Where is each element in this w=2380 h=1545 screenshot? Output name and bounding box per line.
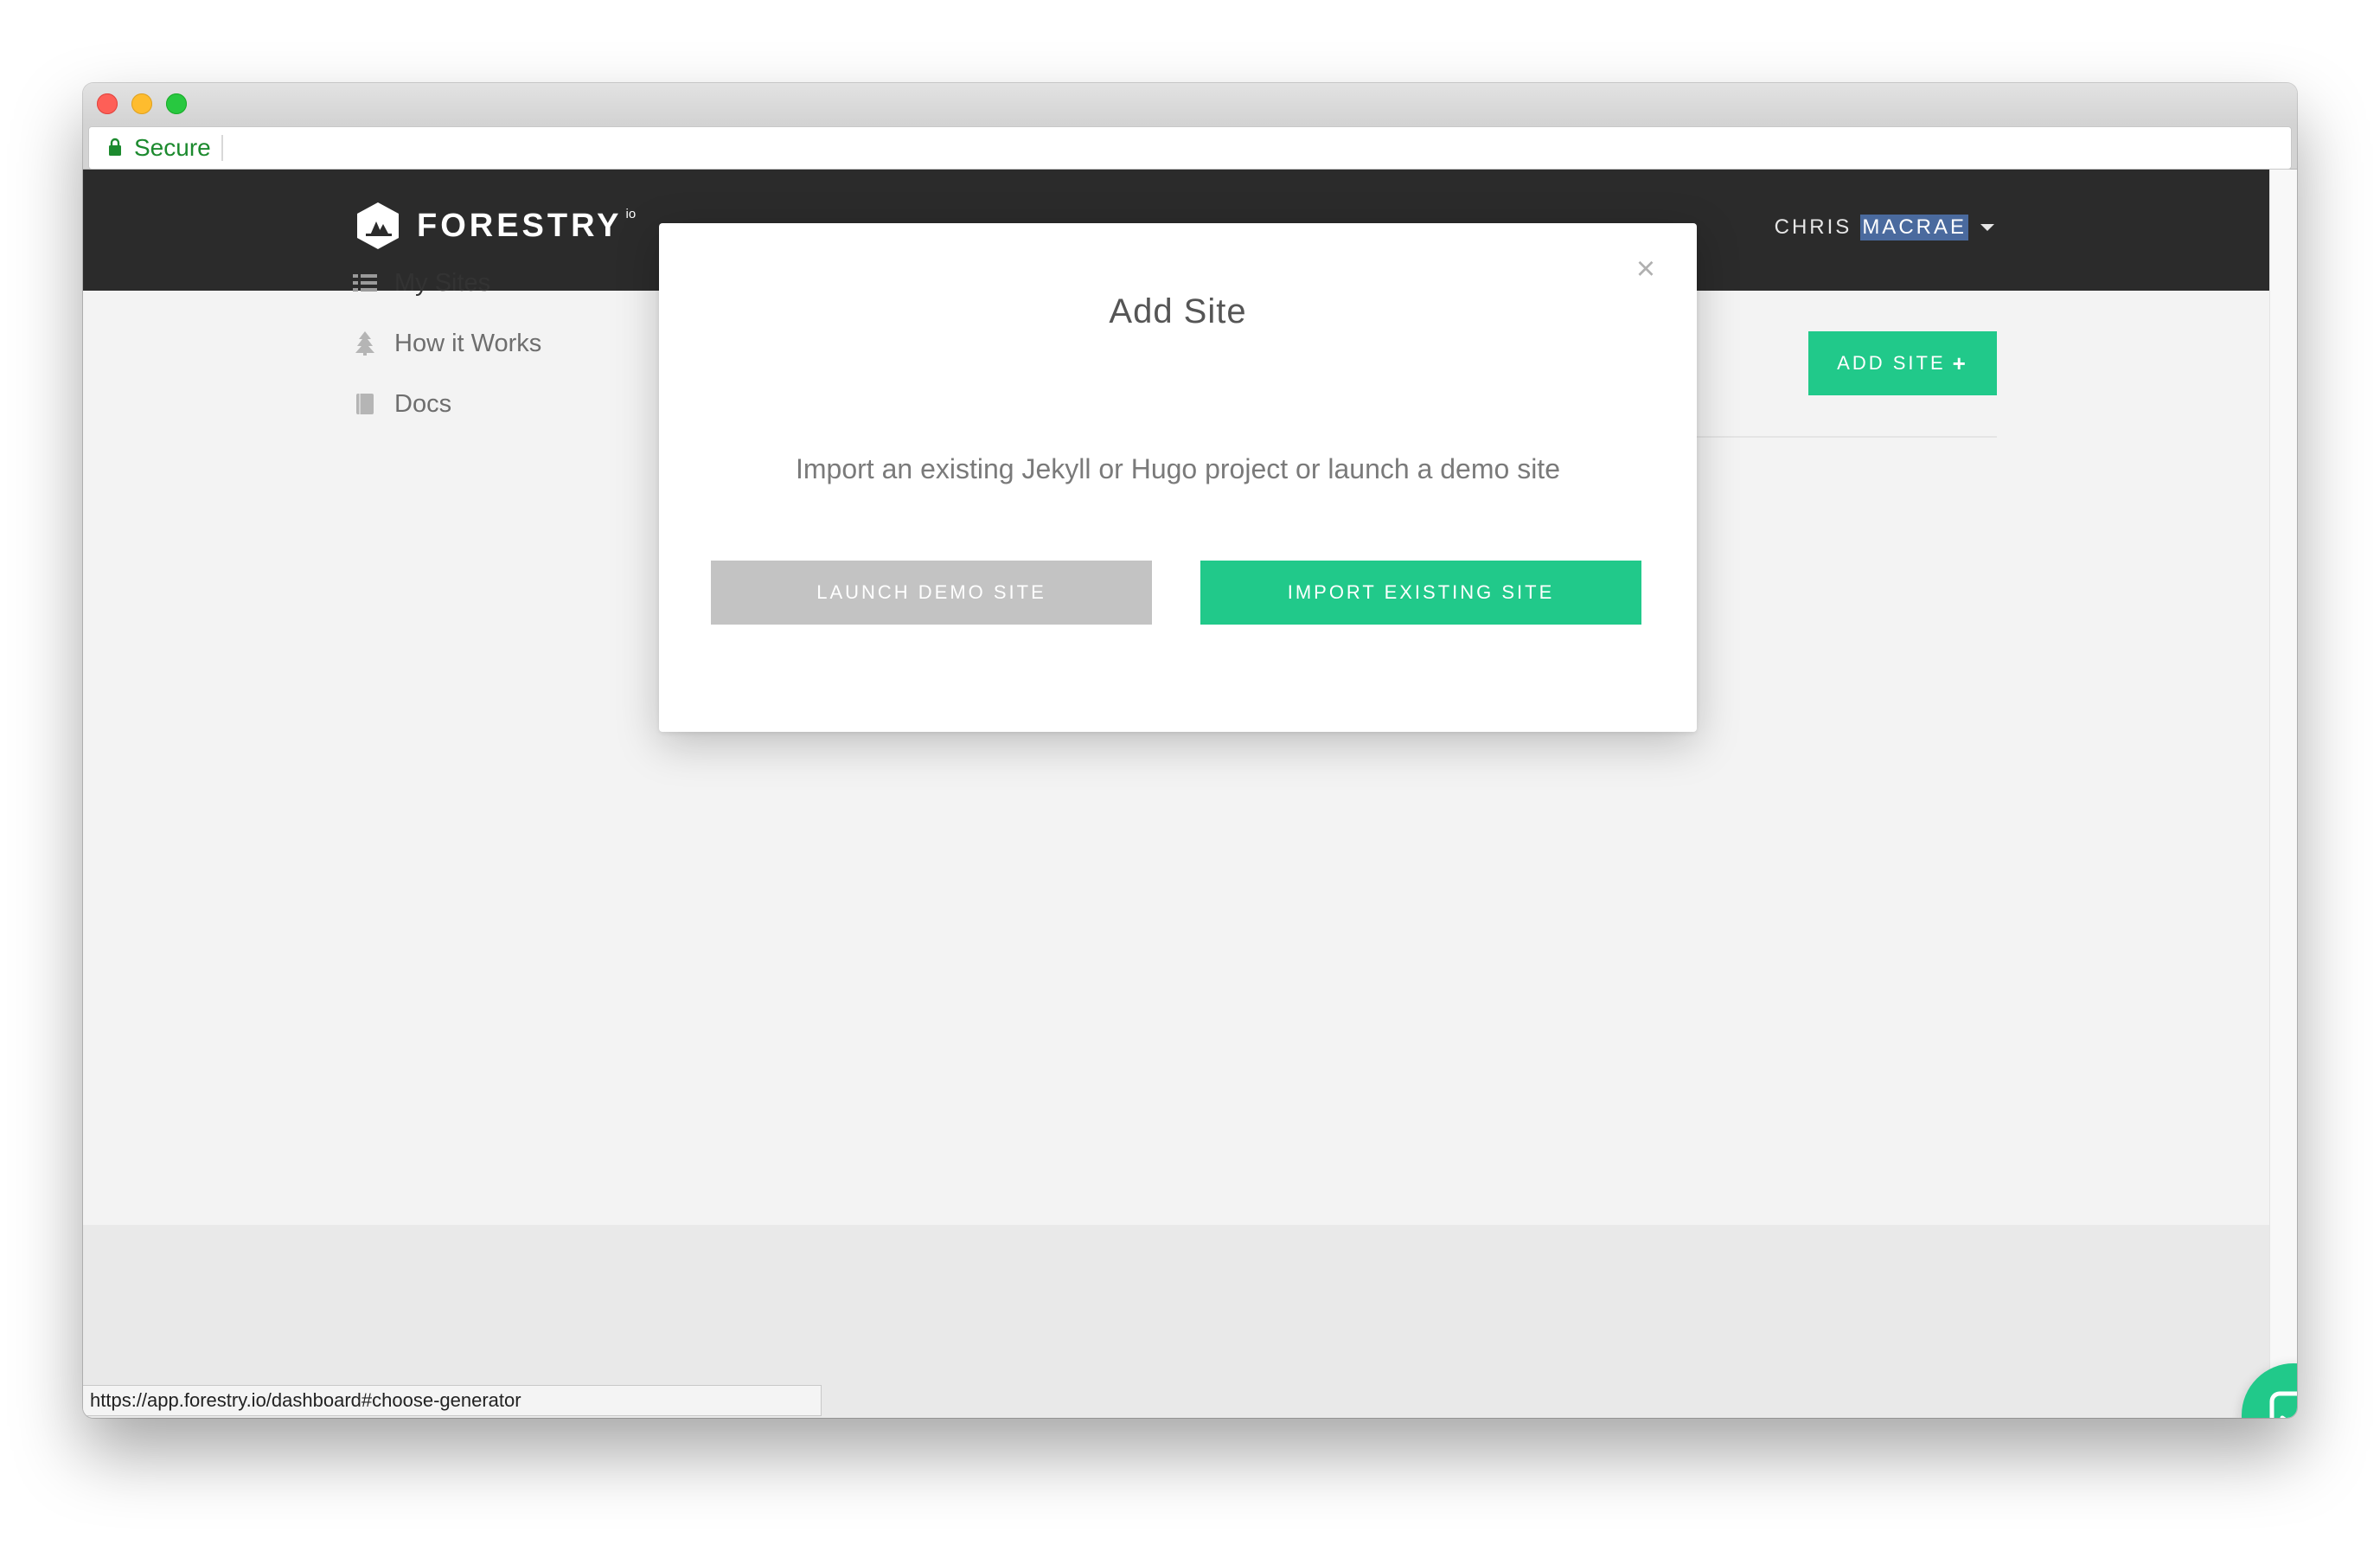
add-site-button[interactable]: ADD SITE + <box>1808 331 1997 395</box>
sidebar-item-how-it-works[interactable]: How it Works <box>353 313 541 374</box>
launch-demo-site-button[interactable]: LAUNCH DEMO SITE <box>711 561 1152 625</box>
user-first-name: CHRIS <box>1774 215 1852 239</box>
sidebar-item-label: Docs <box>394 389 452 418</box>
content-divider <box>1692 436 1997 438</box>
sidebar-item-docs[interactable]: Docs <box>353 374 541 434</box>
browser-window: Secure FORESTRY io CHRIS MACRAE My Sites… <box>83 83 2297 1418</box>
close-window-button[interactable] <box>97 93 118 114</box>
modal-title: Add Site <box>1109 292 1247 330</box>
address-divider <box>221 135 223 161</box>
book-icon <box>353 392 377 416</box>
close-icon[interactable]: × <box>1633 253 1659 285</box>
lock-icon <box>109 138 121 156</box>
sidebar-item-my-sites[interactable]: My Sites <box>353 253 541 313</box>
minimize-window-button[interactable] <box>131 93 152 114</box>
import-existing-site-button[interactable]: IMPORT EXISTING SITE <box>1200 561 1641 625</box>
brand-name: FORESTRY <box>417 207 623 244</box>
chat-icon <box>2269 1391 2297 1418</box>
tree-icon <box>353 331 377 356</box>
user-last-name: MACRAE <box>1860 215 1968 240</box>
sidebar-item-label: My Sites <box>394 268 491 297</box>
plus-icon: + <box>1952 349 1968 376</box>
brand-suffix: io <box>625 206 637 221</box>
list-icon <box>353 271 377 295</box>
forestry-logo-icon <box>357 202 399 249</box>
address-bar[interactable]: Secure <box>88 126 2292 170</box>
browser-toolbar: Secure <box>83 125 2297 170</box>
maximize-window-button[interactable] <box>166 93 187 114</box>
add-site-modal: × Add Site Import an existing Jekyll or … <box>659 223 1697 732</box>
title-bar <box>83 83 2297 125</box>
chevron-down-icon <box>1980 224 1994 231</box>
sidebar-nav: My Sites How it Works Docs <box>353 253 541 434</box>
forestry-logo[interactable]: FORESTRY io <box>355 201 636 251</box>
scrollbar-track[interactable] <box>2269 170 2297 1418</box>
secure-label: Secure <box>134 134 211 161</box>
status-bar-url: https://app.forestry.io/dashboard#choose… <box>83 1385 822 1416</box>
user-menu[interactable]: CHRIS MACRAE <box>1775 215 1994 240</box>
sidebar-item-label: How it Works <box>394 329 542 357</box>
add-site-label: ADD SITE <box>1837 352 1946 374</box>
modal-description: Import an existing Jekyll or Hugo projec… <box>796 453 1560 484</box>
